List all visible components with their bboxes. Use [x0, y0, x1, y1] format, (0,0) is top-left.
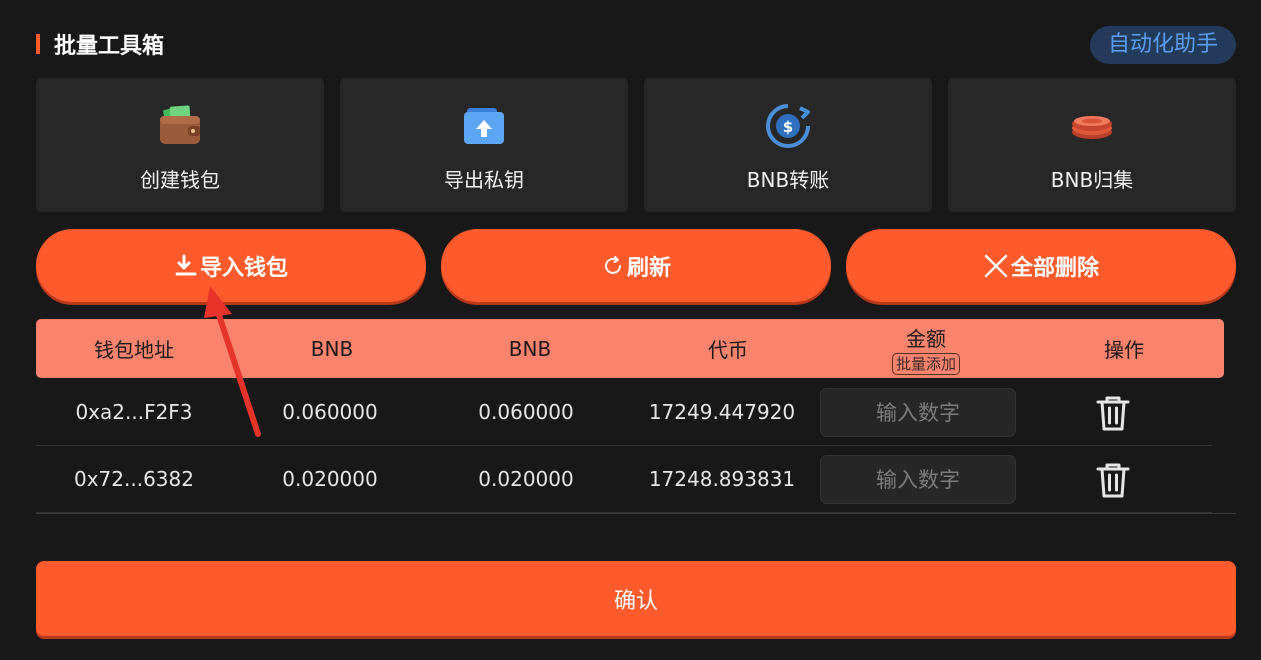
- bnb-balance-cell: 0.060000: [282, 400, 378, 424]
- wallet-address-cell: 0xa2...F2F3: [75, 400, 193, 424]
- create-wallet-tile[interactable]: 创建钱包: [36, 78, 324, 212]
- svg-text:$: $: [783, 118, 793, 136]
- refresh-icon: [605, 255, 621, 274]
- amount-header-label: 金额: [906, 326, 946, 351]
- wallet-address-cell: 0x72...6382: [74, 467, 194, 491]
- bnb-balance-cell: 0.060000: [478, 400, 574, 424]
- column-header-token: 代币: [708, 338, 748, 362]
- trash-icon[interactable]: [1094, 460, 1132, 500]
- automation-assistant-button[interactable]: 自动化助手: [1089, 26, 1236, 64]
- column-header-bnb: BNB: [508, 336, 552, 361]
- wallet-icon: [160, 105, 200, 144]
- button-label: 全部删除: [1010, 255, 1099, 281]
- refresh-button[interactable]: 刷新: [441, 229, 831, 302]
- column-header-bnb: BNB: [310, 336, 354, 361]
- tile-label: 导出私钥: [444, 168, 524, 192]
- confirm-button[interactable]: 确认: [36, 561, 1236, 636]
- close-icon: [984, 254, 1008, 277]
- export-private-key-tile[interactable]: 导出私钥: [340, 78, 628, 212]
- coin-transfer-icon: $: [766, 104, 810, 148]
- tile-label: 创建钱包: [140, 168, 220, 192]
- trash-icon[interactable]: [1094, 393, 1132, 433]
- amount-input[interactable]: [820, 388, 1016, 437]
- table-row: 0x72...6382 0.020000 0.020000 17248.8938…: [36, 446, 1212, 513]
- action-buttons: 导入钱包 刷新 全部删除: [36, 229, 1236, 302]
- bnb-collect-tile[interactable]: BNB归集: [948, 78, 1236, 212]
- column-header-actions: 操作: [1104, 338, 1144, 362]
- batch-add-button[interactable]: 批量添加: [891, 352, 960, 375]
- column-header-amount: 金额 批量添加: [828, 319, 1024, 378]
- tile-label: BNB转账: [746, 168, 830, 192]
- token-balance-cell: 17248.893831: [648, 467, 796, 491]
- bnb-balance-cell: 0.020000: [478, 467, 574, 491]
- delete-all-button[interactable]: 全部删除: [846, 229, 1236, 302]
- coin-stack-icon: [1072, 116, 1112, 139]
- table-row: 0xa2...F2F3 0.060000 0.060000 17249.4479…: [36, 379, 1212, 446]
- toolbox-header: 批量工具箱 自动化助手: [36, 24, 1236, 64]
- button-label: 刷新: [626, 255, 671, 281]
- title-accent-bar: [36, 34, 40, 54]
- tile-label: BNB归集: [1050, 168, 1134, 192]
- bnb-transfer-tile[interactable]: $ BNB转账: [644, 78, 932, 212]
- table-header-row: 钱包地址 BNB BNB 代币 金额 批量添加 操作: [36, 319, 1224, 378]
- page-title: 批量工具箱: [54, 34, 165, 59]
- token-balance-cell: 17249.447920: [648, 400, 796, 424]
- column-header-address: 钱包地址: [94, 338, 174, 362]
- import-wallet-button[interactable]: 导入钱包: [36, 229, 426, 302]
- table-divider: [36, 513, 1236, 514]
- import-icon: [175, 254, 197, 275]
- amount-input[interactable]: [820, 455, 1016, 504]
- upload-icon: [464, 108, 504, 144]
- bnb-balance-cell: 0.020000: [282, 467, 378, 491]
- tool-tiles: 创建钱包 导出私钥 $ BNB转账 BNB归集: [36, 78, 1236, 212]
- button-label: 导入钱包: [199, 255, 288, 281]
